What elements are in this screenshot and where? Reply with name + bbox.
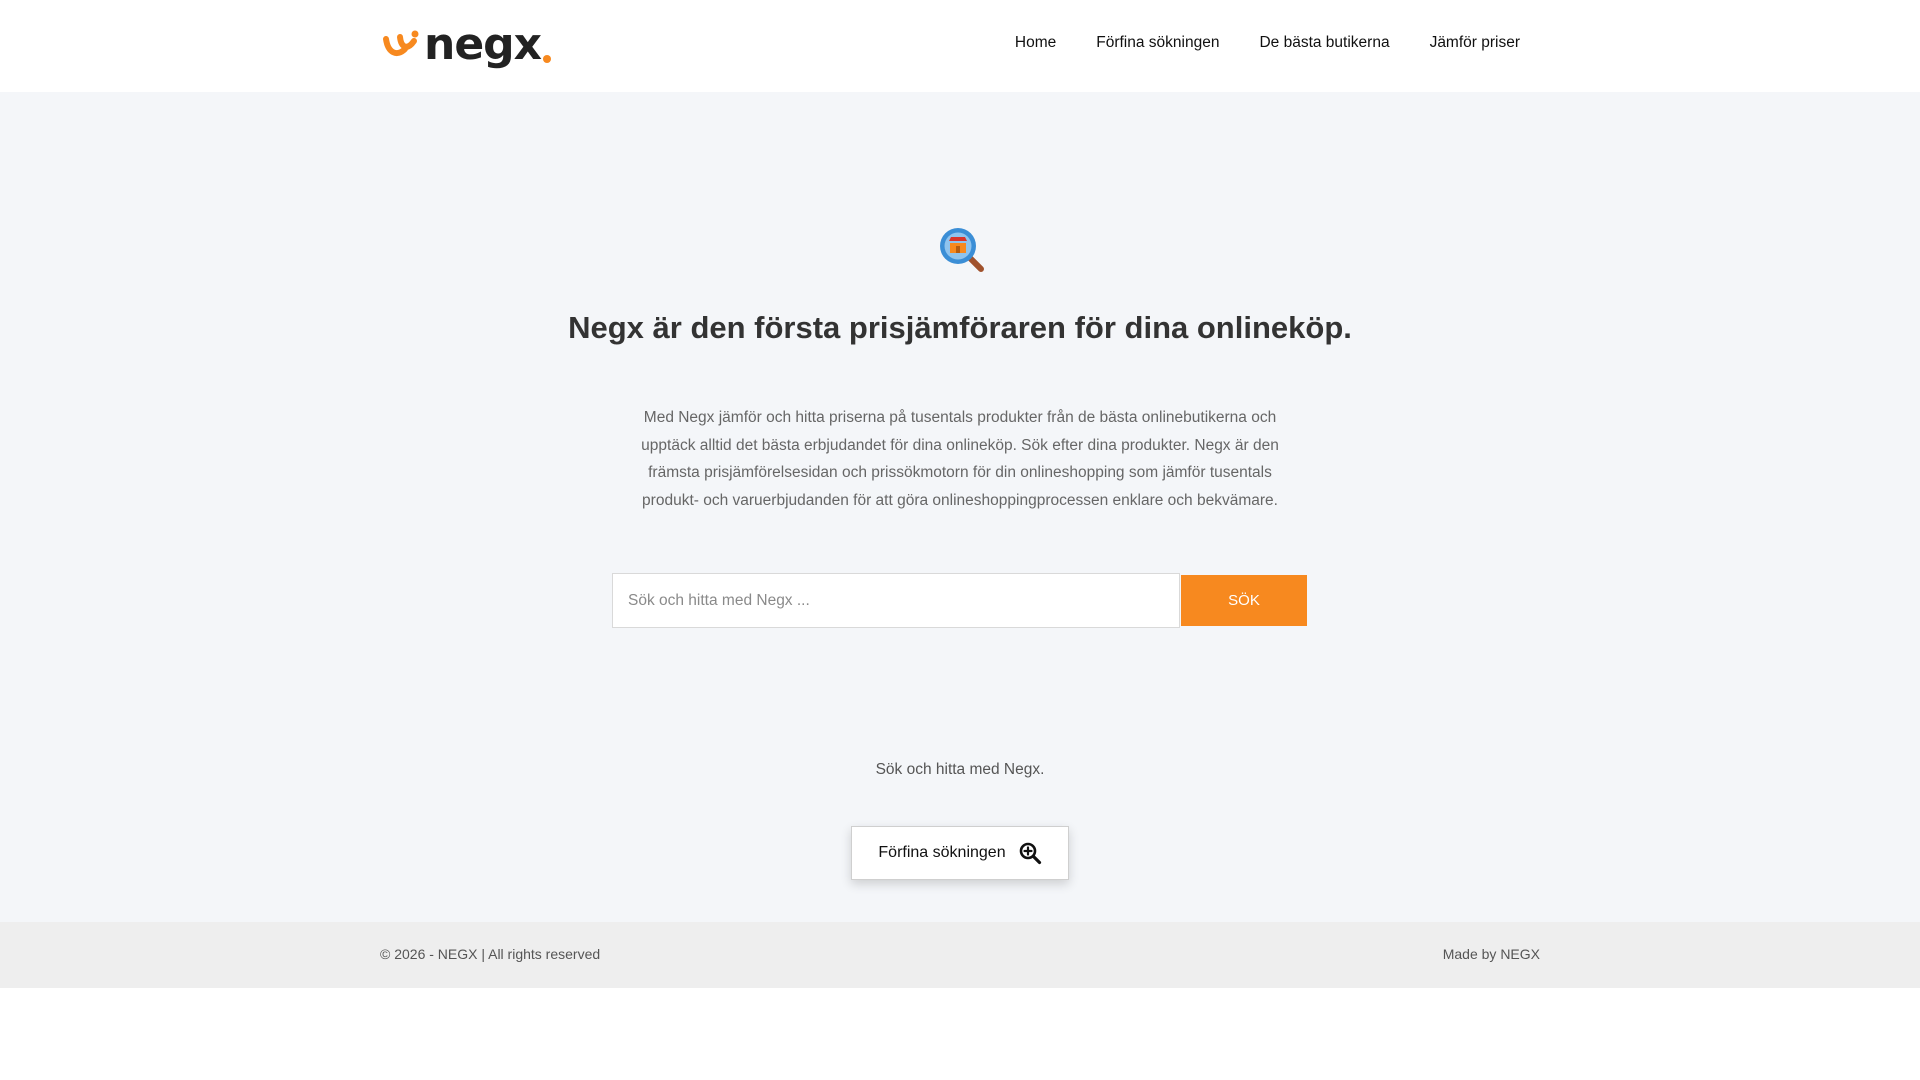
nav-compare-prices[interactable]: Jämför priser — [1430, 32, 1520, 54]
logo-dot — [543, 55, 552, 63]
search-button[interactable]: SÖK — [1181, 575, 1307, 626]
footer-made-by: Made by NEGX — [1442, 946, 1540, 962]
main-content: Negx är den första prisjämföraren för di… — [0, 92, 1920, 922]
logo[interactable]: negx — [383, 19, 552, 70]
zoom-in-icon — [1019, 842, 1041, 865]
search-form: SÖK — [612, 573, 1307, 628]
site-footer: © 2026 - NEGX | All rights reserved Made… — [0, 922, 1920, 988]
search-input[interactable] — [612, 573, 1180, 628]
refine-search-label: Förfina sökningen — [878, 844, 1006, 861]
page-bottom-space — [0, 988, 1920, 1080]
nav-home[interactable]: Home — [1015, 32, 1056, 54]
nav-refine-search[interactable]: Förfina sökningen — [1096, 32, 1219, 54]
footer-copyright: © 2026 - NEGX | All rights reserved — [380, 946, 601, 962]
logo-text: negx — [424, 19, 542, 70]
main-nav: Home Förfina sökningen De bästa butikern… — [1015, 32, 1520, 54]
refine-search-button[interactable]: Förfina sökningen — [851, 826, 1069, 880]
nav-best-stores[interactable]: De bästa butikerna — [1259, 32, 1389, 54]
site-header: negx Home Förfina sökningen De bästa but… — [0, 0, 1920, 92]
search-hint: Sök och hitta med Negx. — [875, 761, 1045, 778]
page-description: Med Negx jämför och hitta priserna på tu… — [641, 409, 1279, 509]
page-title: Negx är den första prisjämföraren för di… — [568, 310, 1352, 345]
logo-mark-icon — [383, 30, 419, 57]
magnifier-shop-icon — [940, 228, 984, 272]
